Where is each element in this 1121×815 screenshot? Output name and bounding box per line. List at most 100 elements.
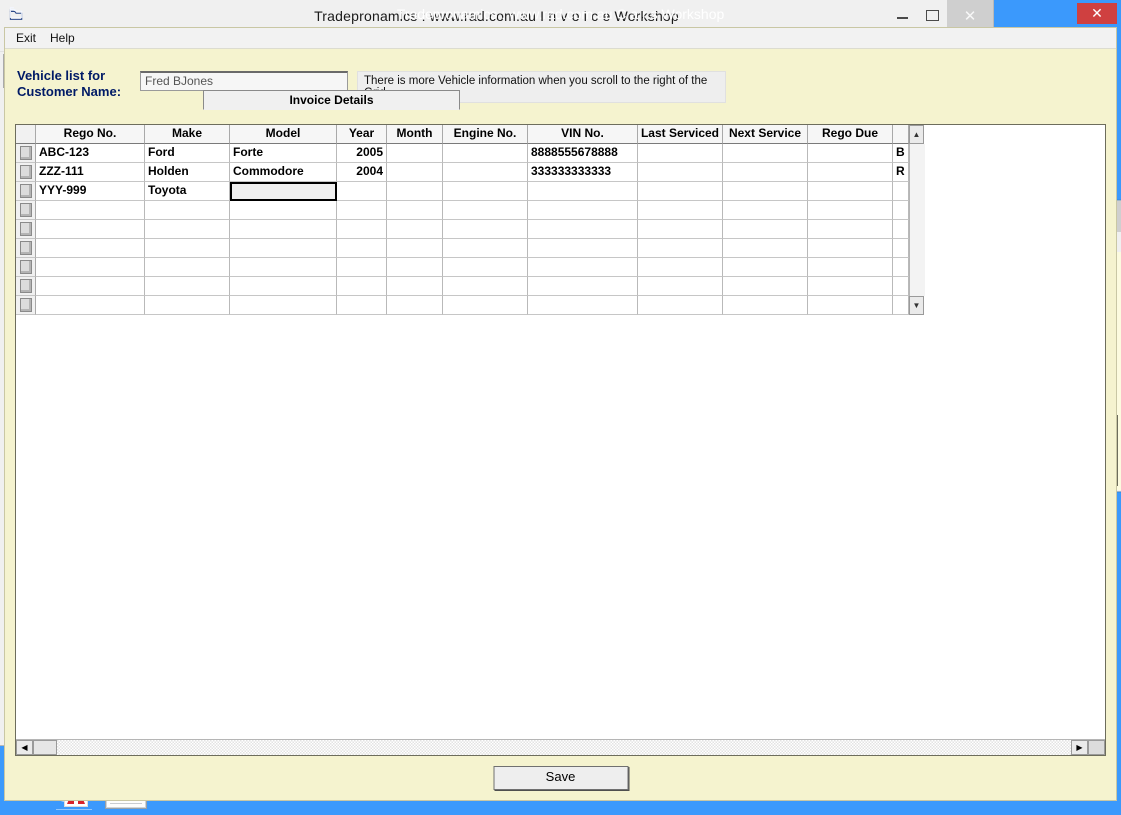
column-header-rego-no[interactable]: Rego No. [36, 125, 145, 144]
column-header-model[interactable]: Model [230, 125, 337, 144]
cell-empty[interactable] [723, 258, 808, 277]
cell-next-service[interactable] [723, 144, 808, 163]
cell-empty[interactable] [528, 258, 638, 277]
cell-make[interactable]: Ford [145, 144, 230, 163]
cell-empty[interactable] [808, 296, 893, 315]
row-selector[interactable] [16, 144, 36, 163]
cell-empty[interactable] [230, 201, 337, 220]
cell-empty[interactable] [230, 220, 337, 239]
column-header-rego-due[interactable]: Rego Due [808, 125, 893, 144]
row-selector[interactable] [16, 182, 36, 201]
table-row-empty[interactable] [16, 239, 1105, 258]
scrollbar-track[interactable] [57, 740, 1071, 755]
cell-empty[interactable] [36, 296, 145, 315]
cell-empty[interactable] [145, 296, 230, 315]
cell-empty[interactable] [638, 277, 723, 296]
cell-empty[interactable] [528, 277, 638, 296]
scrollbar-track[interactable] [909, 144, 925, 163]
cell-make[interactable]: Holden [145, 163, 230, 182]
cell-empty[interactable] [337, 277, 387, 296]
cell-empty[interactable] [337, 258, 387, 277]
table-row-empty[interactable]: ▼ [16, 296, 1105, 315]
cell-empty[interactable] [893, 220, 909, 239]
cell-rego-due[interactable] [808, 182, 893, 201]
cell-empty[interactable] [808, 277, 893, 296]
scrollbar-track[interactable] [909, 277, 925, 296]
scrollbar-thumb[interactable] [33, 740, 57, 755]
menu-item-exit[interactable]: Exit [9, 30, 43, 46]
row-selector[interactable] [16, 163, 36, 182]
cell-make[interactable]: Toyota [145, 182, 230, 201]
cell-empty[interactable] [387, 201, 443, 220]
cell-model[interactable]: Commodore [230, 163, 337, 182]
cell-empty[interactable] [893, 239, 909, 258]
scroll-down-icon[interactable]: ▼ [909, 296, 924, 315]
cell-empty[interactable] [808, 239, 893, 258]
cell-partial[interactable]: R [893, 163, 909, 182]
column-header-month[interactable]: Month [387, 125, 443, 144]
cell-empty[interactable] [638, 296, 723, 315]
table-row-empty[interactable] [16, 201, 1105, 220]
cell-model[interactable]: Forte [230, 144, 337, 163]
cell-empty[interactable] [387, 239, 443, 258]
cell-month[interactable] [387, 182, 443, 201]
cell-empty[interactable] [528, 220, 638, 239]
cell-month[interactable] [387, 163, 443, 182]
cell-empty[interactable] [443, 277, 528, 296]
cell-empty[interactable] [723, 201, 808, 220]
cell-empty[interactable] [893, 277, 909, 296]
row-selector[interactable] [16, 220, 36, 239]
row-selector[interactable] [16, 239, 36, 258]
cell-empty[interactable] [36, 277, 145, 296]
row-selector[interactable] [16, 258, 36, 277]
cell-rego-no[interactable]: ABC-123 [36, 144, 145, 163]
cell-empty[interactable] [337, 296, 387, 315]
cell-empty[interactable] [443, 296, 528, 315]
scrollbar-track[interactable] [909, 163, 925, 182]
scrollbar-track[interactable] [909, 258, 925, 277]
cell-empty[interactable] [443, 201, 528, 220]
cell-empty[interactable] [723, 296, 808, 315]
tab-invoice-details[interactable]: Invoice Details [203, 90, 460, 110]
row-selector[interactable] [16, 201, 36, 220]
cell-empty[interactable] [893, 201, 909, 220]
cell-empty[interactable] [36, 239, 145, 258]
cell-empty[interactable] [723, 277, 808, 296]
row-selector[interactable] [16, 296, 36, 315]
cars-customer-name-field[interactable]: Fred BJones [140, 71, 348, 91]
cell-empty[interactable] [230, 258, 337, 277]
cell-empty[interactable] [387, 258, 443, 277]
cell-empty[interactable] [528, 239, 638, 258]
cell-last-serviced[interactable] [638, 163, 723, 182]
table-row-empty[interactable] [16, 258, 1105, 277]
cell-next-service[interactable] [723, 163, 808, 182]
cell-empty[interactable] [443, 220, 528, 239]
cell-empty[interactable] [443, 239, 528, 258]
cell-year[interactable]: 2005 [337, 144, 387, 163]
cell-empty[interactable] [893, 258, 909, 277]
menu-item-help[interactable]: Help [43, 30, 82, 46]
cell-month[interactable] [387, 144, 443, 163]
cell-empty[interactable] [387, 220, 443, 239]
cell-empty[interactable] [337, 220, 387, 239]
cell-vin-no[interactable]: 333333333333 [528, 163, 638, 182]
cell-vin-no[interactable] [528, 182, 638, 201]
cell-empty[interactable] [145, 201, 230, 220]
cell-rego-due[interactable] [808, 163, 893, 182]
cell-engine-no[interactable] [443, 163, 528, 182]
scroll-up-icon[interactable]: ▲ [909, 125, 924, 144]
cell-empty[interactable] [36, 258, 145, 277]
scrollbar-track[interactable] [909, 239, 925, 258]
cell-empty[interactable] [36, 201, 145, 220]
cell-next-service[interactable] [723, 182, 808, 201]
scroll-left-icon[interactable]: ◀ [16, 740, 33, 755]
column-header-make[interactable]: Make [145, 125, 230, 144]
scroll-right-icon[interactable]: ▶ [1071, 740, 1088, 755]
cell-partial[interactable] [893, 182, 909, 201]
table-row[interactable]: ZZZ-111 Holden Commodore 2004 3333333333… [16, 163, 1105, 182]
column-header-partial[interactable] [893, 125, 909, 144]
cell-engine-no[interactable] [443, 182, 528, 201]
cell-empty[interactable] [337, 239, 387, 258]
cell-empty[interactable] [638, 220, 723, 239]
column-header-last-serviced[interactable]: Last Serviced [638, 125, 723, 144]
